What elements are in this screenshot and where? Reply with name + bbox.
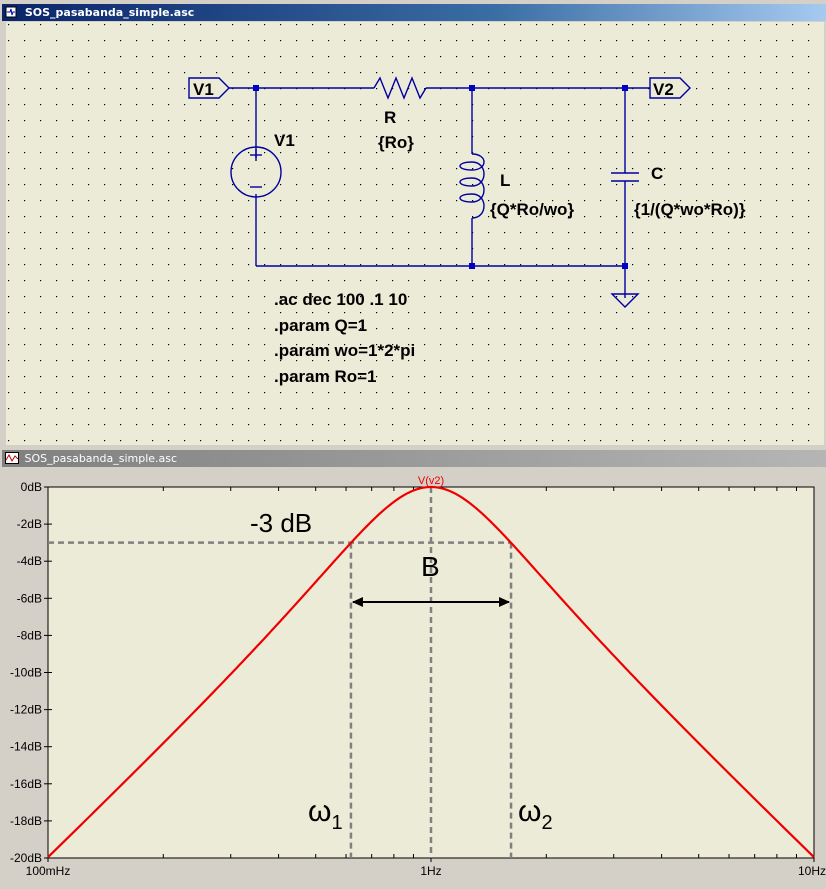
x-tick-label: 10Hz xyxy=(798,864,826,878)
capacitor-value: {1/(Q*wo*Ro)} xyxy=(634,200,746,219)
schematic-window: SOS_pasabanda_simple.asc V1 V2 V1 R {Ro}… xyxy=(0,0,826,445)
source-name: V1 xyxy=(274,131,295,150)
directive-param-ro: .param Ro=1 xyxy=(274,367,377,386)
schematic-title: SOS_pasabanda_simple.asc xyxy=(24,6,195,19)
x-tick-label: 1Hz xyxy=(420,864,441,878)
capacitor-name: C xyxy=(651,164,663,183)
directive-ac: .ac dec 100 .1 10 xyxy=(274,290,407,309)
x-tick-label: 100mHz xyxy=(26,864,71,878)
y-tick-label: -12dB xyxy=(10,703,42,717)
resistor-value: {Ro} xyxy=(378,133,414,152)
y-tick-label: -10dB xyxy=(10,666,42,680)
resistor-name: R xyxy=(384,108,396,127)
directive-param-wo: .param wo=1*2*pi xyxy=(274,341,415,360)
y-tick-label: -20dB xyxy=(10,851,42,865)
port-v2-label: V2 xyxy=(653,80,674,99)
y-tick-label: -2dB xyxy=(17,517,42,531)
annotation-bandwidth: B xyxy=(421,551,440,582)
plot-titlebar[interactable]: SOS_pasabanda_simple.asc xyxy=(2,450,826,467)
y-tick-label: -16dB xyxy=(10,777,42,791)
y-tick-label: 0dB xyxy=(21,480,42,494)
schematic-file-icon xyxy=(5,6,17,18)
schematic-titlebar[interactable]: SOS_pasabanda_simple.asc xyxy=(2,4,826,21)
schematic-canvas[interactable]: V1 V2 V1 R {Ro} L {Q*Ro/wo} C {1/(Q*wo*R… xyxy=(6,22,824,445)
plot-title: SOS_pasabanda_simple.asc xyxy=(24,452,178,465)
annotation-minus-3db: -3 dB xyxy=(250,508,312,538)
y-tick-label: -8dB xyxy=(17,628,42,642)
plot-canvas[interactable]: 0dB -2dB -4dB -6dB -8dB -10dB -12dB -14dB -16dB -… xyxy=(0,468,826,889)
y-tick-label: -6dB xyxy=(17,591,42,605)
directive-param-q: .param Q=1 xyxy=(274,316,367,335)
series-label-vv2: V(v2) xyxy=(418,475,444,487)
y-tick-label: -4dB xyxy=(17,554,42,568)
inductor-value: {Q*Ro/wo} xyxy=(490,200,574,219)
inductor-name: L xyxy=(500,171,510,190)
y-tick-label: -18dB xyxy=(10,814,42,828)
y-tick-label: -14dB xyxy=(10,740,42,754)
waveform-icon xyxy=(5,452,19,464)
plot-window: SOS_pasabanda_simple.asc 0dB -2dB -4dB -6dB… xyxy=(0,448,826,889)
port-v1-label: V1 xyxy=(193,80,214,99)
